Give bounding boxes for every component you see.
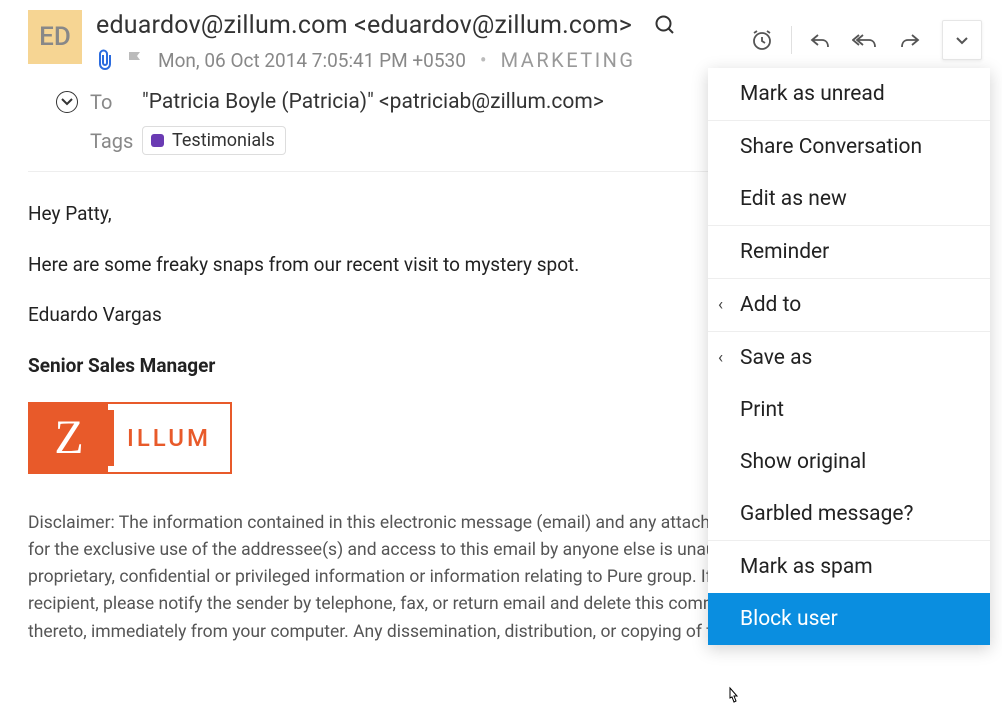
to-label: To [90, 90, 138, 114]
menu-show-original[interactable]: Show original [708, 436, 990, 488]
menu-add-to[interactable]: ‹ Add to [708, 278, 990, 331]
menu-reminder[interactable]: Reminder [708, 225, 990, 278]
chevron-left-icon: ‹ [718, 295, 723, 315]
reply-all-button[interactable] [848, 23, 882, 57]
tag-name: Testimonials [172, 130, 275, 151]
separator-dot: • [480, 48, 487, 72]
email-date: Mon, 06 Oct 2014 7:05:41 PM +0530 [158, 49, 466, 72]
flag-icon[interactable] [126, 50, 144, 70]
message-toolbar [745, 20, 982, 60]
more-actions-button[interactable] [942, 20, 982, 60]
collapse-recipients-icon[interactable] [56, 91, 78, 113]
reply-button[interactable] [804, 23, 838, 57]
more-actions-menu: Mark as unread Share Conversation Edit a… [708, 68, 990, 645]
search-icon[interactable] [650, 10, 680, 40]
to-recipient: "Patricia Boyle (Patricia)" <patriciab@z… [142, 90, 604, 114]
menu-print[interactable]: Print [708, 384, 990, 436]
forward-button[interactable] [892, 23, 926, 57]
menu-save-as-label: Save as [740, 346, 812, 370]
menu-share-conversation[interactable]: Share Conversation [708, 120, 990, 173]
logo-text: ILLUM [108, 404, 230, 472]
tag-color-swatch [151, 134, 164, 147]
menu-mark-as-spam[interactable]: Mark as spam [708, 540, 990, 593]
from-address: eduardov@zillum.com <eduardov@zillum.com… [96, 11, 632, 40]
attachment-icon[interactable] [96, 49, 114, 71]
chevron-left-icon: ‹ [718, 348, 723, 368]
logo-mark: Z [30, 404, 108, 472]
menu-add-to-label: Add to [740, 293, 801, 317]
sender-avatar: ED [28, 10, 82, 64]
menu-edit-as-new[interactable]: Edit as new [708, 173, 990, 225]
folder-label[interactable]: MARKETING [501, 48, 636, 72]
company-logo: Z ILLUM [28, 402, 232, 474]
tag-chip[interactable]: Testimonials [142, 126, 286, 155]
menu-block-user[interactable]: Block user [708, 593, 990, 645]
menu-garbled-message[interactable]: Garbled message? [708, 488, 990, 540]
tags-label: Tags [90, 129, 138, 153]
cursor-pointer-icon [724, 686, 742, 708]
menu-mark-unread[interactable]: Mark as unread [708, 68, 990, 120]
snooze-button[interactable] [745, 23, 779, 57]
menu-save-as[interactable]: ‹ Save as [708, 331, 990, 384]
